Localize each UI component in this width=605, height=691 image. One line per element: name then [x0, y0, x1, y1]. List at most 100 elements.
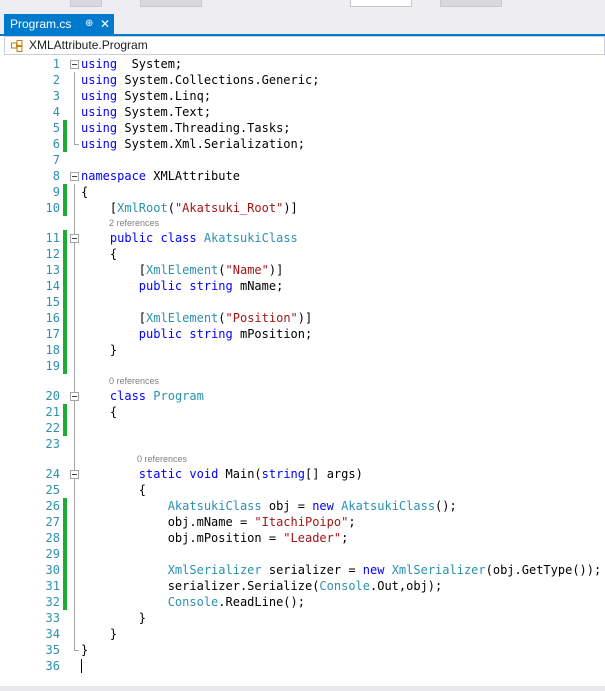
codelens-link[interactable]: 0 references	[137, 452, 187, 466]
keyword-token: string	[261, 467, 306, 481]
string-token: "Akatsuki_Root"	[174, 201, 284, 215]
fold-guide	[74, 562, 75, 578]
code-text: public class AkatsukiClass	[81, 230, 298, 246]
fold-guide	[74, 546, 75, 562]
plain-token: System.Threading.Tasks;	[117, 121, 291, 135]
line-number: 4	[52, 105, 60, 119]
plain-token: System.Linq;	[117, 89, 212, 103]
change-marker	[63, 404, 67, 420]
pin-icon[interactable]: ⊕	[85, 14, 93, 34]
code-line: 31 serializer.Serialize(Console.Out,obj)…	[0, 578, 605, 594]
type-token: XmlElement	[146, 263, 219, 277]
plain-token: System.Collections.Generic;	[117, 73, 320, 87]
code-editor[interactable]: 1 using System; 2 using System.Collections.…	[0, 56, 605, 691]
fold-guide	[74, 294, 75, 310]
fold-guide	[74, 120, 75, 136]
codelens-link[interactable]: 2 references	[109, 216, 159, 230]
line-number: 7	[52, 153, 60, 167]
type-token: Program	[153, 389, 204, 403]
code-text: {	[81, 404, 117, 420]
fold-guide	[74, 216, 75, 230]
change-marker	[63, 230, 67, 246]
collapse-icon[interactable]	[70, 470, 79, 479]
plain-token: obj.mName =	[81, 515, 255, 529]
plain-token: [	[81, 263, 147, 277]
plain-token: [] args)	[305, 467, 363, 481]
code-text: static void Main(string[] args)	[81, 466, 363, 482]
toolbar-button[interactable]	[440, 0, 502, 7]
line-number: 23	[45, 437, 60, 451]
keyword-token: string	[189, 327, 233, 341]
change-marker	[63, 530, 67, 546]
line-number: 35	[45, 643, 60, 657]
code-text: {	[81, 184, 88, 200]
toolbar-dropdown[interactable]	[350, 0, 412, 7]
fold-guide	[74, 104, 75, 120]
change-marker	[63, 246, 67, 262]
code-line: 18 }	[0, 342, 605, 358]
plain-token: )]	[268, 263, 284, 277]
plain-token: {	[81, 405, 118, 419]
code-line: 36	[0, 658, 605, 674]
codelens-references: 0 references	[0, 452, 605, 466]
close-icon[interactable]: ✕	[100, 14, 110, 34]
line-number: 26	[45, 499, 60, 513]
code-line: 23	[0, 436, 605, 452]
fold-guide	[74, 200, 75, 216]
line-number: 11	[45, 231, 60, 245]
code-line: 28 obj.mPosition = "Leader";	[0, 530, 605, 546]
string-token: "Leader"	[283, 531, 342, 545]
change-marker	[63, 342, 67, 358]
keyword-token: namespace	[81, 169, 147, 183]
fold-guide	[74, 326, 75, 342]
tab-title: Program.cs	[10, 17, 72, 31]
toolbar-button[interactable]	[140, 0, 202, 7]
code-line: 3 using System.Linq;	[0, 88, 605, 104]
plain-token: (	[218, 311, 226, 325]
line-number: 19	[45, 359, 60, 373]
string-token: "ItachiPoipo"	[254, 515, 349, 529]
change-marker	[63, 562, 67, 578]
code-line: 15	[0, 294, 605, 310]
fold-guide	[74, 626, 75, 642]
navigation-bar[interactable]: XMLAttribute.Program	[4, 36, 605, 55]
code-line: 14 public string mName;	[0, 278, 605, 294]
toolbar-button[interactable]	[70, 0, 102, 7]
code-text: [XmlElement("Position")]	[81, 310, 312, 326]
code-line: 10 [XmlRoot("Akatsuki_Root")]	[0, 200, 605, 216]
collapse-icon[interactable]	[70, 60, 79, 69]
code-text: serializer.Serialize(Console.Out,obj);	[81, 578, 443, 594]
type-token: AkatsukiClass	[341, 499, 436, 513]
collapse-icon[interactable]	[70, 172, 79, 181]
change-marker	[63, 200, 67, 216]
collapse-icon[interactable]	[70, 234, 79, 243]
code-line: 1 using System;	[0, 56, 605, 72]
class-icon	[11, 40, 23, 52]
code-text: Console.ReadLine();	[81, 594, 305, 610]
keyword-token: using	[81, 121, 118, 135]
line-number: 31	[45, 579, 60, 593]
line-number: 2	[52, 73, 60, 87]
codelens-link[interactable]: 0 references	[109, 374, 159, 388]
change-marker	[63, 546, 67, 562]
plain-token: serializer.Serialize(	[81, 579, 320, 593]
code-text: }	[81, 342, 117, 358]
code-text: public string mPosition;	[81, 326, 312, 342]
change-marker	[63, 136, 67, 152]
horizontal-scrollbar[interactable]	[0, 686, 605, 691]
collapse-icon[interactable]	[70, 392, 79, 401]
line-number: 17	[45, 327, 60, 341]
line-number: 9	[52, 185, 60, 199]
tab-program-cs[interactable]: Program.cs ⊕ ✕	[4, 14, 114, 34]
fold-guide	[74, 420, 75, 436]
line-number: 5	[52, 121, 60, 135]
plain-token: {	[81, 185, 89, 199]
code-line: 17 public string mPosition;	[0, 326, 605, 342]
code-line: 16 [XmlElement("Position")]	[0, 310, 605, 326]
line-number: 21	[45, 405, 60, 419]
plain-token: System.Xml.Serialization;	[117, 137, 305, 151]
